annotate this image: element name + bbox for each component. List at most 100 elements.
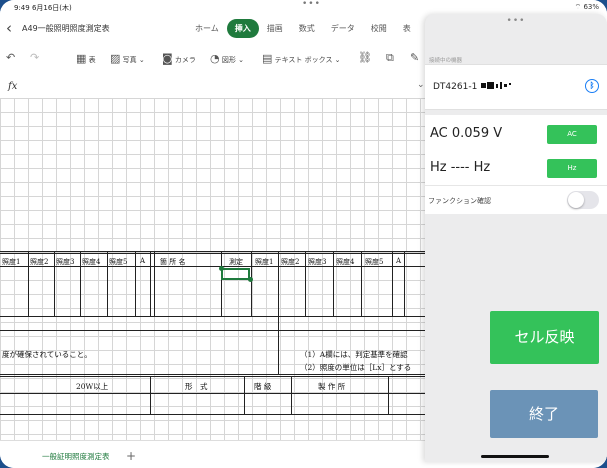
table-border	[361, 251, 362, 316]
header-cell[interactable]: 照度4	[336, 257, 354, 267]
camera-button[interactable]: ◙ カメラ	[162, 52, 196, 65]
header-cell[interactable]: 測定	[229, 257, 243, 267]
hz-reading: Hz ---- Hz	[430, 160, 491, 175]
shapes-icon: ◔	[210, 52, 220, 65]
header-cell[interactable]: 照度2	[281, 257, 299, 267]
insert-table-button[interactable]: ▦ 表	[76, 52, 96, 65]
cell-reflect-button[interactable]: セル反映	[490, 311, 599, 364]
expand-formula-chevron-icon[interactable]: ⌄	[417, 80, 425, 90]
tab-item[interactable]: 挿入	[226, 19, 259, 38]
note-left: 度が確保されていること。	[2, 350, 92, 359]
table-border	[150, 251, 151, 316]
table-border	[54, 251, 55, 316]
tab-item[interactable]: データ	[323, 19, 363, 38]
insert-photo-label: 写真	[122, 56, 137, 64]
selection-handle[interactable]	[219, 266, 224, 271]
ribbon-tabs: ホーム 挿入 描画 数式 データ 校閲表	[187, 19, 419, 38]
toggle-knob	[568, 192, 584, 208]
photo-icon: ▨	[110, 52, 121, 65]
status-time: 9:49 6月16日(木)	[14, 4, 72, 12]
table-border	[0, 330, 425, 331]
home-indicator[interactable]	[481, 455, 549, 458]
table-border	[107, 251, 108, 316]
header-cell[interactable]: 照度2	[30, 257, 48, 267]
table-border	[135, 251, 136, 316]
tab-item[interactable]: 数式	[291, 19, 323, 38]
tab-item[interactable]: 描画	[259, 19, 291, 38]
tester-side-panel: ••• 接続中の機器 DT4261-1 ᛒ AC 0.059 V AC Hz -…	[425, 14, 607, 462]
table-border	[388, 376, 389, 414]
textbox-button[interactable]: ▤ テキスト ボックス ⌄	[262, 52, 341, 65]
table-border	[0, 316, 425, 317]
ac-button[interactable]: AC	[547, 125, 597, 144]
function-check-label: ファンクション確認	[428, 197, 491, 205]
header-cell[interactable]: A	[140, 257, 145, 265]
bluetooth-icon[interactable]: ᛒ	[585, 79, 599, 93]
table-border	[305, 251, 306, 316]
undo-icon[interactable]: ↶	[6, 51, 15, 64]
battery-percent: 63%	[583, 3, 599, 11]
camera-icon: ◙	[162, 52, 173, 65]
document-title[interactable]: A49一般照明照度測定表	[22, 23, 110, 34]
note-right-1: （1）A欄には、判定基準を確認	[300, 350, 408, 359]
link-icon[interactable]: ⛓	[358, 51, 372, 64]
header-cell[interactable]: 照度5	[365, 257, 383, 267]
table-border	[0, 393, 425, 394]
hz-button[interactable]: Hz	[547, 159, 597, 178]
footer-cell-1: 20W以上	[76, 382, 109, 391]
header-cell[interactable]: 照度4	[82, 257, 100, 267]
multitask-dots[interactable]: •••	[302, 0, 321, 9]
table-border	[28, 251, 29, 316]
table-icon: ▦	[76, 52, 87, 65]
selected-cell[interactable]	[221, 268, 250, 280]
table-border	[244, 376, 245, 414]
tab-item[interactable]: ホーム	[187, 19, 227, 38]
fx-icon: fx	[8, 81, 18, 92]
add-sheet-icon[interactable]: +	[126, 449, 136, 463]
panel-handle-dots[interactable]: •••	[425, 16, 607, 26]
textbox-label: テキスト ボックス	[274, 56, 333, 64]
header-cell[interactable]: 照度3	[308, 257, 326, 267]
table-border	[0, 376, 425, 377]
header-cell[interactable]: 照度5	[109, 257, 127, 267]
device-name: DT4261-1	[433, 82, 478, 92]
app-window: 9:49 6月16日(木) ••• ⌔ 63% ‹ A49一般照明照度測定表 ホ…	[0, 0, 607, 468]
addin-icon[interactable]: ⧉	[386, 51, 394, 65]
camera-label: カメラ	[174, 56, 196, 64]
device-serial-redacted	[481, 80, 517, 91]
textbox-icon: ▤	[262, 52, 273, 65]
ac-reading: AC 0.059 V	[430, 126, 503, 141]
table-border	[278, 251, 279, 375]
shapes-button[interactable]: ◔ 図形 ⌄	[210, 52, 244, 65]
function-check-row: ファンクション確認	[425, 185, 607, 214]
table-border	[291, 376, 292, 414]
table-border	[154, 251, 155, 316]
table-border	[333, 251, 334, 316]
table-border	[404, 251, 405, 316]
end-button[interactable]: 終了	[490, 390, 598, 438]
footer-cell-2: 形 式	[185, 382, 208, 391]
back-chevron-icon[interactable]: ‹	[6, 19, 12, 37]
table-border	[251, 251, 252, 316]
insert-photo-button[interactable]: ▨ 写真 ⌄	[110, 52, 145, 65]
note-right-2: （2）照度の単位は［Lx］とする	[300, 363, 412, 372]
redo-icon[interactable]: ↷	[30, 51, 39, 64]
header-cell[interactable]: 照度1	[255, 257, 273, 267]
device-row[interactable]: DT4261-1 ᛒ	[425, 64, 607, 110]
selection-handle[interactable]	[248, 277, 253, 282]
function-check-toggle[interactable]	[567, 191, 599, 209]
tab-item[interactable]: 表	[395, 19, 419, 38]
sheet-tab[interactable]: 一般証明照度測定表	[32, 441, 120, 468]
header-cell[interactable]: 箇 所 名	[160, 257, 185, 267]
header-cell[interactable]: 照度3	[56, 257, 74, 267]
footer-cell-3: 階 級	[254, 382, 272, 391]
battery-indicator: ⌔ 63%	[574, 3, 599, 11]
header-cell[interactable]: 照度1	[2, 257, 20, 267]
header-cell[interactable]: A	[396, 257, 401, 265]
table-border	[0, 374, 425, 375]
status-bar: 9:49 6月16日(木) ••• ⌔ 63%	[0, 0, 607, 14]
ink-icon[interactable]: ✎	[410, 51, 419, 64]
tab-item[interactable]: 校閲	[363, 19, 395, 38]
table-border	[150, 376, 151, 414]
table-border	[392, 251, 393, 316]
